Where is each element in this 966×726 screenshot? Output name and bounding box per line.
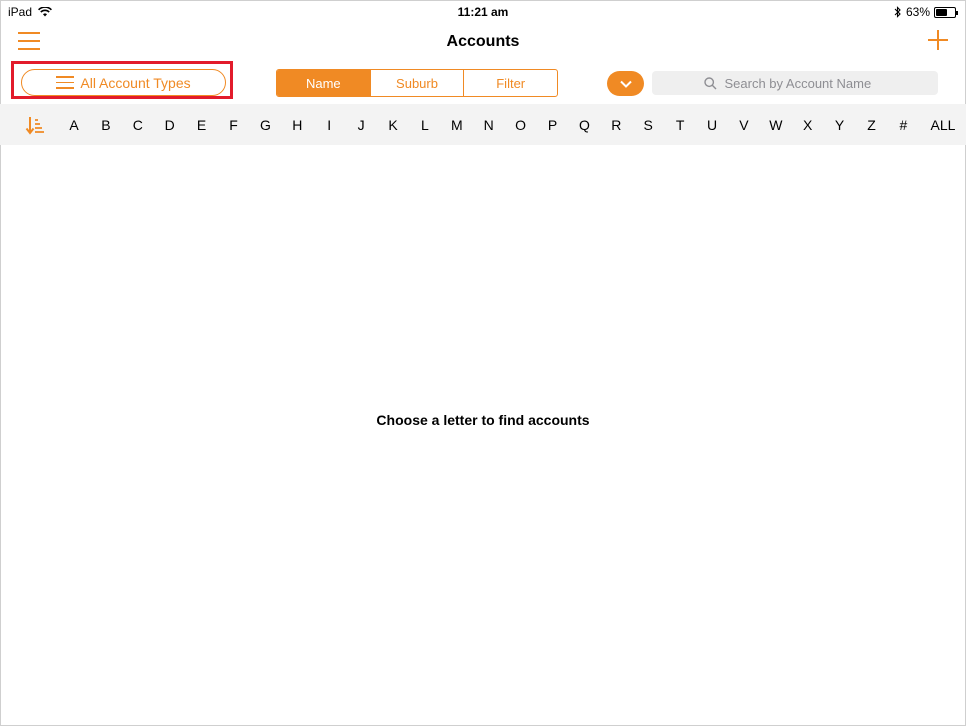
chevron-down-icon: [619, 80, 632, 88]
bluetooth-icon: [894, 6, 901, 18]
letter-v[interactable]: V: [733, 117, 755, 133]
letter-h[interactable]: H: [286, 117, 308, 133]
letter-l[interactable]: L: [414, 117, 436, 133]
battery-icon: [934, 6, 958, 18]
battery-percent: 63%: [905, 5, 930, 19]
sort-icon[interactable]: [25, 116, 45, 136]
letter-x[interactable]: X: [797, 117, 819, 133]
sort-segmented-control: Name Suburb Filter: [276, 69, 558, 97]
letter-z[interactable]: Z: [861, 117, 883, 133]
status-time: 11:21 am: [457, 5, 509, 19]
status-bar: iPad 11:21 am 63%: [0, 0, 966, 22]
segment-filter[interactable]: Filter: [463, 70, 557, 96]
letter-y[interactable]: Y: [829, 117, 851, 133]
letter-j[interactable]: J: [350, 117, 372, 133]
empty-state-message: Choose a letter to find accounts: [376, 412, 590, 428]
status-right: 63%: [894, 5, 958, 19]
letter-p[interactable]: P: [542, 117, 564, 133]
letter-d[interactable]: D: [159, 117, 181, 133]
letter-g[interactable]: G: [254, 117, 276, 133]
letter-o[interactable]: O: [510, 117, 532, 133]
letter-w[interactable]: W: [765, 117, 787, 133]
letter-n[interactable]: N: [478, 117, 500, 133]
letter-q[interactable]: Q: [573, 117, 595, 133]
letter-a[interactable]: A: [63, 117, 85, 133]
search-bar: [652, 71, 938, 95]
letter-k[interactable]: K: [382, 117, 404, 133]
letter-c[interactable]: C: [127, 117, 149, 133]
letter-s[interactable]: S: [637, 117, 659, 133]
letter-b[interactable]: B: [95, 117, 117, 133]
letter-r[interactable]: R: [605, 117, 627, 133]
letter-all[interactable]: ALL: [929, 117, 957, 133]
list-icon: [56, 76, 75, 89]
letter-e[interactable]: E: [191, 117, 213, 133]
letter-i[interactable]: I: [318, 117, 340, 133]
search-icon: [703, 76, 716, 89]
page-title: Accounts: [446, 33, 520, 50]
nav-bar: Accounts: [0, 24, 966, 60]
segment-name[interactable]: Name: [277, 70, 370, 96]
letter-u[interactable]: U: [701, 117, 723, 133]
account-types-label: All Account Types: [80, 74, 191, 91]
alphabet-bar: A B C D E F G H I J K L M N O P Q R S T U V W X Y Z # ALL: [0, 104, 966, 145]
letter-t[interactable]: T: [669, 117, 691, 133]
letter-f[interactable]: F: [223, 117, 245, 133]
search-input[interactable]: [722, 74, 887, 92]
account-types-button[interactable]: All Account Types: [21, 69, 226, 96]
segment-suburb[interactable]: Suburb: [369, 70, 464, 96]
letter-hash[interactable]: #: [892, 117, 914, 133]
add-icon[interactable]: [928, 30, 948, 50]
letter-m[interactable]: M: [446, 117, 468, 133]
dropdown-button[interactable]: [607, 71, 644, 96]
